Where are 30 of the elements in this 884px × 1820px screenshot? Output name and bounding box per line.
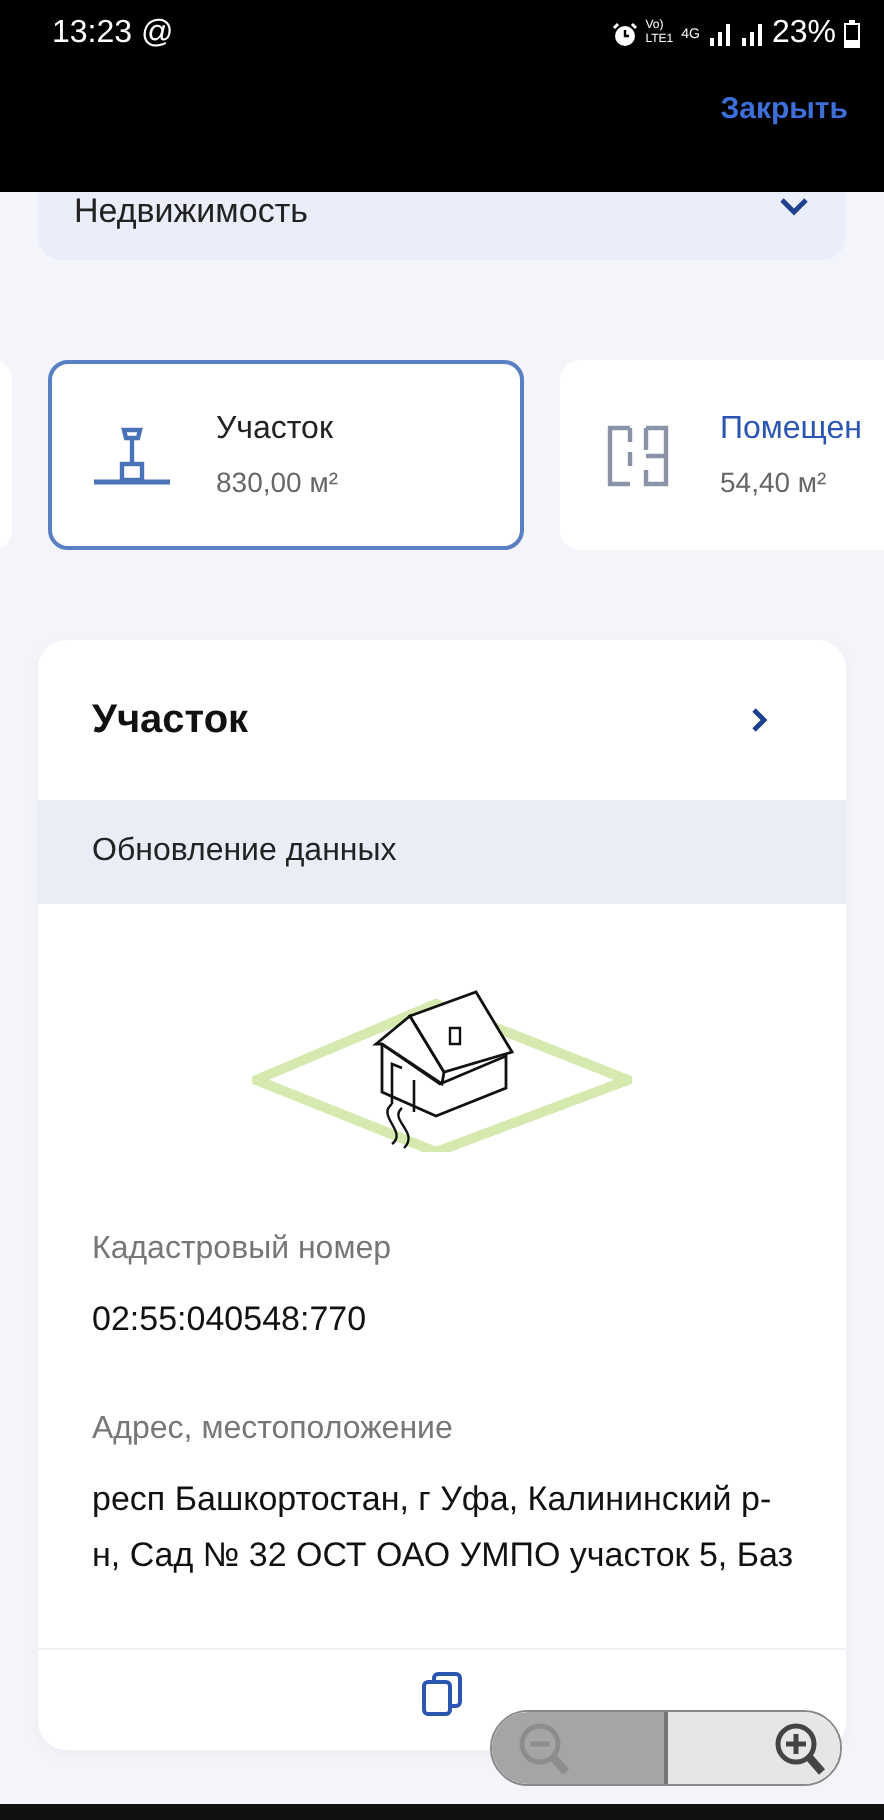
field-label: Адрес, местоположение: [92, 1412, 455, 1448]
field-label: Кадастровый номер: [92, 1232, 393, 1268]
alarm-icon: [611, 21, 638, 47]
object-card[interactable]: Помещен 54,40 м²: [560, 360, 884, 550]
footpath-drawing: [386, 1102, 410, 1150]
field-value: 02:55:040548:770: [92, 1298, 369, 1342]
card-title: Участок: [92, 697, 249, 743]
house-drawing: [372, 990, 515, 1118]
field-value: респ Башкортостан, г Уфа, Калининский р-: [92, 1478, 774, 1522]
battery-percent: 23%: [771, 16, 836, 52]
card-header[interactable]: Участок: [38, 640, 846, 800]
chevron-right-icon: [750, 706, 770, 734]
zoom-in-icon[interactable]: [668, 1712, 840, 1784]
signal-icon: [739, 22, 764, 46]
floor-plan-icon: [604, 421, 672, 489]
status-time: 13:23 @: [52, 16, 174, 52]
copy-icon[interactable]: [420, 1670, 464, 1718]
zoom-out-icon[interactable]: [492, 1712, 668, 1784]
close-button[interactable]: Закрыть: [720, 92, 848, 126]
battery-icon: [844, 20, 860, 48]
field-value: н, Сад № 32 ОСТ ОАО УМПО участок 5, Баз: [92, 1534, 792, 1578]
object-card[interactable]: Участок 830,00 м²: [48, 360, 524, 550]
notice-text: Обновление данных: [92, 834, 397, 870]
object-title: Помещен: [720, 412, 863, 448]
chevron-down-icon: [778, 196, 810, 216]
object-area: 830,00 м²: [216, 466, 338, 498]
object-title: Участок: [216, 412, 335, 448]
object-area: 54,40 м²: [720, 466, 863, 498]
category-select[interactable]: Недвижимость: [38, 192, 846, 260]
signal-icon: [707, 22, 732, 46]
